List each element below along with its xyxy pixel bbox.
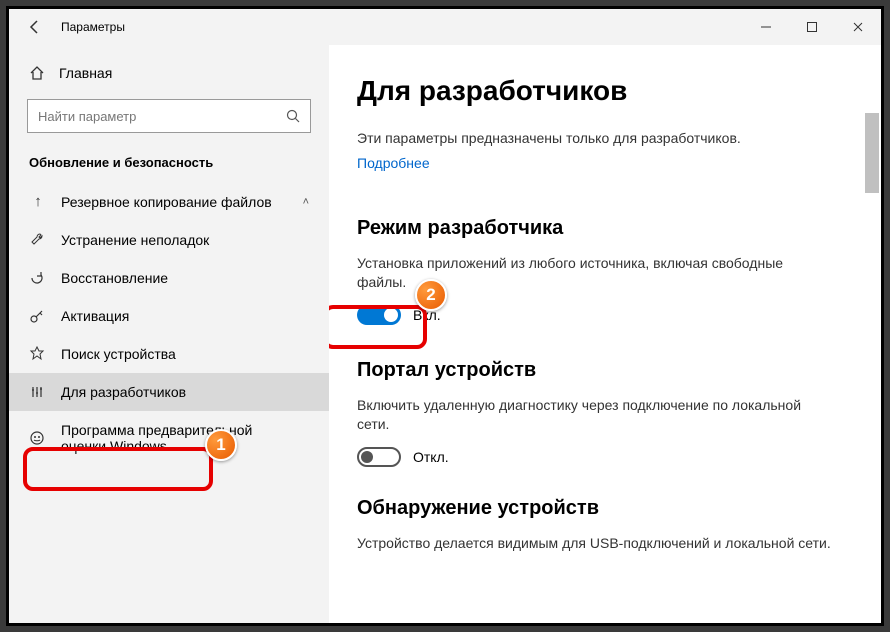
sidebar-home-label: Главная — [59, 65, 112, 81]
wrench-icon — [29, 232, 47, 248]
dev-mode-toggle-label: Вкл. — [413, 307, 441, 323]
sidebar-item-label: Для разработчиков — [61, 384, 186, 400]
sidebar-item-label: Резервное копирование файлов — [61, 194, 272, 210]
search-input[interactable]: Найти параметр — [27, 99, 311, 133]
sidebar-item-label: Активация — [61, 308, 129, 324]
arrow-up-icon: ↑ — [29, 193, 47, 210]
recovery-icon — [29, 270, 47, 286]
insider-icon — [29, 430, 47, 446]
section-dev-mode-desc: Установка приложений из любого источника… — [357, 254, 817, 293]
search-icon — [286, 109, 300, 123]
home-icon — [29, 65, 45, 81]
sidebar-item-label: Программа предварительной оценки Windows — [61, 422, 281, 454]
section-discovery-desc: Устройство делается видимым для USB-подк… — [357, 534, 837, 554]
search-placeholder: Найти параметр — [38, 109, 136, 124]
key-icon — [29, 308, 47, 324]
learn-more-link[interactable]: Подробнее — [357, 155, 430, 171]
sidebar-item-recovery[interactable]: Восстановление — [9, 259, 329, 297]
page-title: Для разработчиков — [357, 75, 861, 107]
section-dev-mode-title: Режим разработчика — [357, 217, 861, 240]
section-discovery-title: Обнаружение устройств — [357, 497, 861, 520]
sidebar-item-developers[interactable]: Для разработчиков — [9, 373, 329, 411]
dev-mode-toggle[interactable] — [357, 305, 401, 325]
sidebar-item-activation[interactable]: Активация — [9, 297, 329, 335]
maximize-button[interactable] — [789, 9, 835, 45]
content-pane: Для разработчиков Эти параметры предназн… — [329, 45, 881, 623]
section-portal-desc: Включить удаленную диагностику через под… — [357, 396, 817, 435]
close-button[interactable] — [835, 9, 881, 45]
sidebar-home[interactable]: Главная — [9, 57, 329, 89]
developer-icon — [29, 384, 47, 400]
sidebar-item-label: Устранение неполадок — [61, 232, 209, 248]
back-button[interactable] — [17, 9, 53, 45]
sidebar-item-find-device[interactable]: Поиск устройства — [9, 335, 329, 373]
sidebar-section-title: Обновление и безопасность — [9, 147, 329, 182]
find-device-icon — [29, 346, 47, 362]
intro-text: Эти параметры предназначены только для р… — [357, 129, 861, 149]
window-controls — [743, 9, 881, 45]
section-portal-title: Портал устройств — [357, 359, 861, 382]
sidebar-item-backup[interactable]: ↑ Резервное копирование файлов ˄ — [9, 182, 329, 221]
sidebar-item-label: Восстановление — [61, 270, 168, 286]
sidebar-item-insider[interactable]: Программа предварительной оценки Windows — [9, 411, 329, 465]
sidebar: Главная Найти параметр Обновление и безо… — [9, 45, 329, 623]
sidebar-item-troubleshoot[interactable]: Устранение неполадок — [9, 221, 329, 259]
portal-toggle-label: Откл. — [413, 449, 449, 465]
window-title: Параметры — [61, 20, 125, 34]
titlebar: Параметры — [9, 9, 881, 45]
scrollbar[interactable] — [865, 113, 879, 193]
minimize-button[interactable] — [743, 9, 789, 45]
sidebar-item-label: Поиск устройства — [61, 346, 176, 362]
portal-toggle[interactable] — [357, 447, 401, 467]
chevron-up-icon: ˄ — [303, 196, 309, 208]
